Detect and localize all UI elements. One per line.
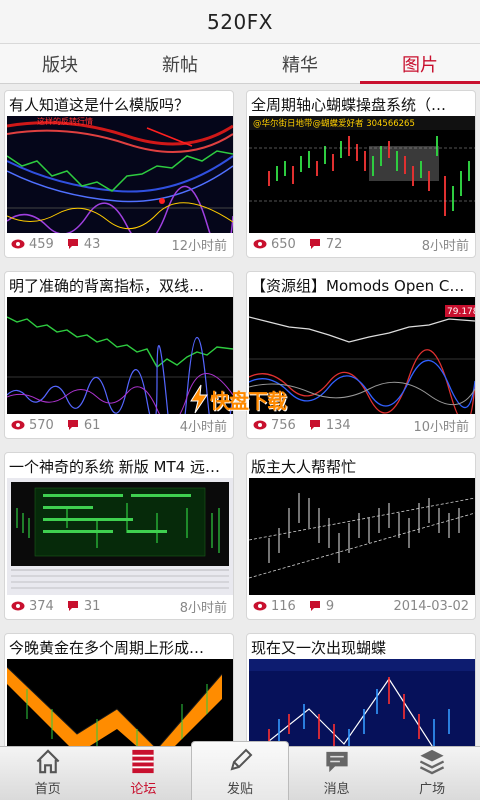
chart-thumbnail	[7, 659, 233, 746]
post-time: 12小时前	[171, 238, 227, 254]
post-title: 版主大人帮帮忙	[251, 458, 357, 476]
nav-forum[interactable]: 论坛	[96, 747, 192, 800]
tab-label: 版块	[42, 54, 78, 76]
lightning-icon	[190, 384, 208, 414]
post-meta: 756 134 10小时前	[253, 415, 469, 435]
view-count: 570	[29, 417, 54, 433]
view-count: 116	[271, 598, 296, 614]
eye-icon	[11, 601, 25, 611]
post-card[interactable]: 现在又一次出现蝴蝶	[246, 633, 476, 746]
square-icon	[420, 749, 445, 775]
chart-thumbnail	[249, 659, 475, 746]
comment-icon	[67, 601, 78, 611]
comment-icon	[309, 601, 320, 611]
comment-icon	[67, 420, 78, 430]
nav-label: 广场	[419, 782, 446, 797]
post-time: 8小时前	[179, 600, 227, 616]
nav-messages[interactable]: 消息	[289, 747, 385, 800]
view-count: 374	[29, 598, 54, 614]
post-card[interactable]: 一个神奇的系统 新版 MT4 远… 374 31 8小时前	[4, 452, 234, 620]
app-title-bar: 520FX	[0, 0, 480, 44]
chart-thumbnail	[7, 478, 233, 595]
comment-count: 72	[325, 236, 343, 252]
chart-thumbnail: 这样的反转行情	[7, 116, 233, 233]
nav-compose[interactable]: 发贴	[191, 741, 289, 800]
post-time: 4小时前	[179, 419, 227, 435]
comment-count: 31	[83, 598, 101, 614]
chart-thumbnail	[249, 478, 475, 595]
post-title: 明了准确的背离指标，双线…	[9, 277, 205, 295]
svg-text:这样的反转行情: 这样的反转行情	[37, 116, 93, 126]
comment-count: 61	[83, 417, 101, 433]
post-meta: 570 61 4小时前	[11, 415, 227, 435]
price-label: 79.178	[447, 307, 475, 317]
tab-label: 图片	[402, 54, 438, 76]
post-card[interactable]: 版主大人帮帮忙 116 9 2014-03-02	[246, 452, 476, 620]
view-count: 459	[29, 236, 54, 252]
post-time: 8小时前	[421, 238, 469, 254]
watermark-text: 快盘下载	[210, 388, 287, 413]
post-title: 【资源组】Momods Open C…	[251, 277, 465, 295]
post-meta: 116 9 2014-03-02	[253, 596, 469, 616]
post-meta: 374 31 8小时前	[11, 596, 227, 616]
post-title: 一个神奇的系统 新版 MT4 远…	[9, 458, 220, 476]
post-card[interactable]: 今晚黄金在多个周期上形成…	[4, 633, 234, 746]
pencil-icon	[230, 748, 253, 771]
comment-count: 134	[325, 417, 351, 433]
download-watermark: 快盘下载	[188, 383, 292, 415]
tab-sections[interactable]: 版块	[0, 44, 120, 83]
post-title: 有人知道这是什么模版吗？	[9, 96, 190, 114]
post-meta: 650 72 8小时前	[253, 234, 469, 254]
view-count: 756	[271, 417, 296, 433]
comment-icon	[309, 420, 320, 430]
eye-icon	[253, 601, 267, 611]
thumbnail-caption: @华尔街日地带@蝴蝶爱好者 304566265	[253, 118, 415, 129]
post-title: 现在又一次出现蝴蝶	[251, 639, 387, 657]
tab-new-posts[interactable]: 新帖	[120, 44, 240, 83]
post-card[interactable]: 全周期轴心蝴蝶操盘系统（… @华尔街日地带@蝴蝶爱好者 304566265 65…	[246, 90, 476, 258]
post-title: 全周期轴心蝴蝶操盘系统（…	[251, 96, 447, 114]
nav-square[interactable]: 广场	[384, 747, 480, 800]
tab-images[interactable]: 图片	[360, 44, 480, 84]
view-count: 650	[271, 236, 296, 252]
post-meta: 459 43 12小时前	[11, 234, 227, 254]
forum-icon	[132, 749, 155, 774]
tab-featured[interactable]: 精华	[240, 44, 360, 83]
tab-label: 新帖	[162, 54, 198, 76]
post-title: 今晚黄金在多个周期上形成…	[9, 639, 205, 657]
nav-label: 消息	[323, 782, 350, 797]
nav-home[interactable]: 首页	[0, 747, 96, 800]
bottom-nav: 首页 论坛 发贴 消息 广场	[0, 741, 480, 800]
app-title: 520FX	[207, 9, 273, 34]
post-time: 10小时前	[413, 419, 469, 435]
tab-label: 精华	[282, 54, 318, 76]
message-icon	[325, 751, 348, 773]
tab-bar: 版块 新帖 精华 图片	[0, 44, 480, 84]
nav-label: 发贴	[226, 782, 253, 797]
comment-icon	[67, 239, 78, 249]
post-card[interactable]: 有人知道这是什么模版吗？ 这样的反转行情 459 43 12小时前	[4, 90, 234, 258]
image-post-grid: 有人知道这是什么模版吗？ 这样的反转行情 459 43 12小时前 全周期轴心蝴…	[0, 84, 480, 746]
comment-icon	[309, 239, 320, 249]
chart-thumbnail: @华尔街日地带@蝴蝶爱好者 304566265	[249, 116, 475, 233]
nav-label: 论坛	[130, 782, 157, 797]
post-time: 2014-03-02	[393, 598, 469, 614]
eye-icon	[253, 239, 267, 249]
eye-icon	[11, 239, 25, 249]
nav-label: 首页	[34, 782, 61, 797]
eye-icon	[253, 420, 267, 430]
comment-count: 43	[83, 236, 101, 252]
home-icon	[36, 749, 60, 774]
comment-count: 9	[325, 598, 335, 614]
eye-icon	[11, 420, 25, 430]
